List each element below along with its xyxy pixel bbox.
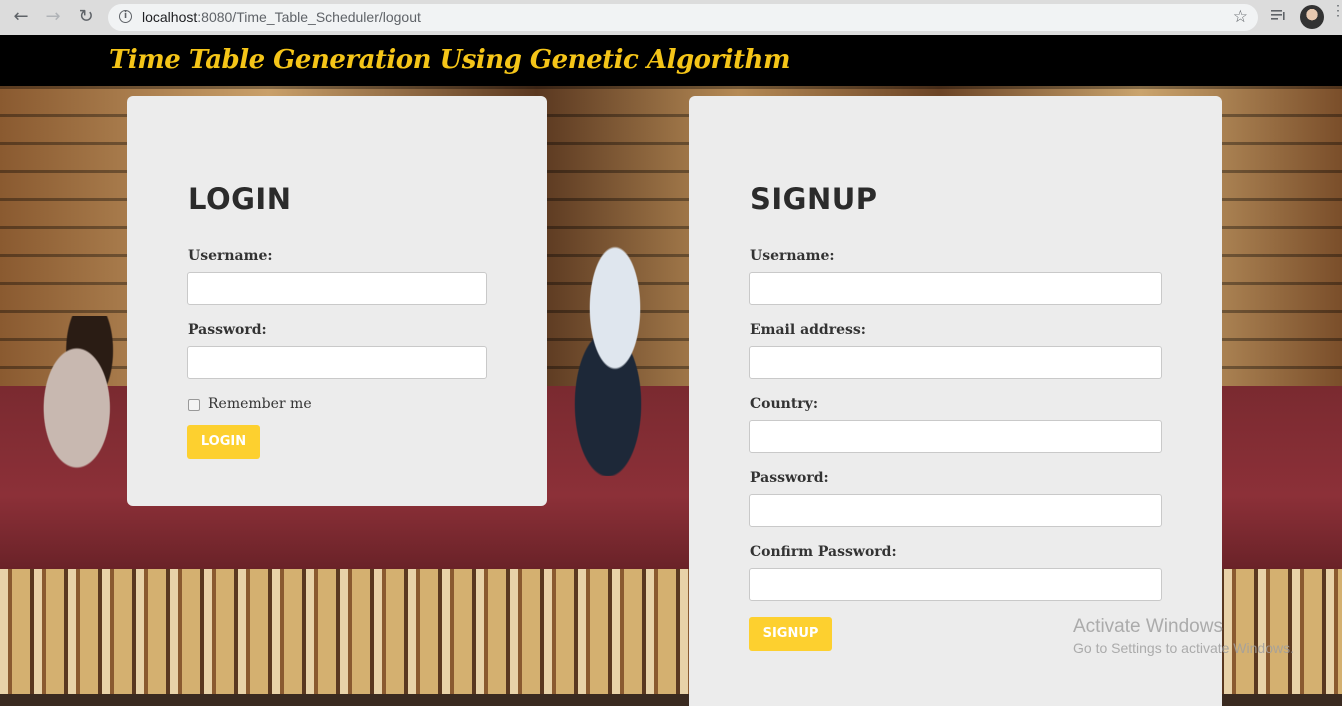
profile-avatar[interactable] — [1300, 5, 1324, 29]
menu-icon[interactable]: ⋮ — [1331, 4, 1342, 26]
signup-username-input[interactable] — [749, 272, 1162, 305]
url-path: :8080/Time_Table_Scheduler/logout — [197, 9, 421, 25]
site-title: Time Table Generation Using Genetic Algo… — [109, 45, 790, 75]
address-bar[interactable]: i localhost:8080/Time_Table_Scheduler/lo… — [108, 4, 1258, 31]
login-password-input[interactable] — [187, 346, 487, 379]
signup-confirm-password-label: Confirm Password: — [750, 544, 897, 560]
reader-figure — [0, 316, 128, 546]
forward-arrow-icon[interactable]: → — [42, 6, 64, 28]
remember-me-label[interactable]: Remember me — [208, 396, 312, 412]
activate-windows-watermark: Activate Windows Go to Settings to activ… — [1073, 616, 1294, 656]
login-card: LOGIN Username: Password: Remember me LO… — [127, 96, 547, 506]
watermark-subtitle: Go to Settings to activate Windows. — [1073, 640, 1294, 656]
login-username-label: Username: — [188, 248, 273, 264]
site-header: Time Table Generation Using Genetic Algo… — [0, 35, 1342, 86]
signup-password-input[interactable] — [749, 494, 1162, 527]
signup-confirm-password-input[interactable] — [749, 568, 1162, 601]
star-icon[interactable]: ☆ — [1233, 7, 1248, 27]
students-figure — [545, 236, 685, 476]
signup-country-input[interactable] — [749, 420, 1162, 453]
login-password-label: Password: — [188, 322, 267, 338]
signup-email-input[interactable] — [749, 346, 1162, 379]
reload-icon[interactable]: ↻ — [75, 6, 97, 28]
signup-password-label: Password: — [750, 470, 829, 486]
login-username-input[interactable] — [187, 272, 487, 305]
remember-me-checkbox[interactable] — [188, 399, 200, 411]
reading-list-icon[interactable] — [1270, 7, 1288, 23]
watermark-title: Activate Windows — [1073, 616, 1223, 637]
url-text[interactable]: localhost:8080/Time_Table_Scheduler/logo… — [142, 9, 421, 25]
signup-card: SIGNUP Username: Email address: Country:… — [689, 96, 1222, 706]
back-arrow-icon[interactable]: ← — [10, 6, 32, 28]
url-host: localhost — [142, 9, 198, 25]
signup-username-label: Username: — [750, 248, 835, 264]
browser-toolbar: ← → ↻ i localhost:8080/Time_Table_Schedu… — [0, 0, 1342, 35]
signup-button[interactable]: SIGNUP — [749, 617, 832, 651]
signup-title: SIGNUP — [750, 182, 878, 216]
signup-country-label: Country: — [750, 396, 818, 412]
signup-email-label: Email address: — [750, 322, 866, 338]
login-title: LOGIN — [188, 182, 292, 216]
login-button[interactable]: LOGIN — [187, 425, 260, 459]
info-icon[interactable]: i — [119, 10, 132, 23]
